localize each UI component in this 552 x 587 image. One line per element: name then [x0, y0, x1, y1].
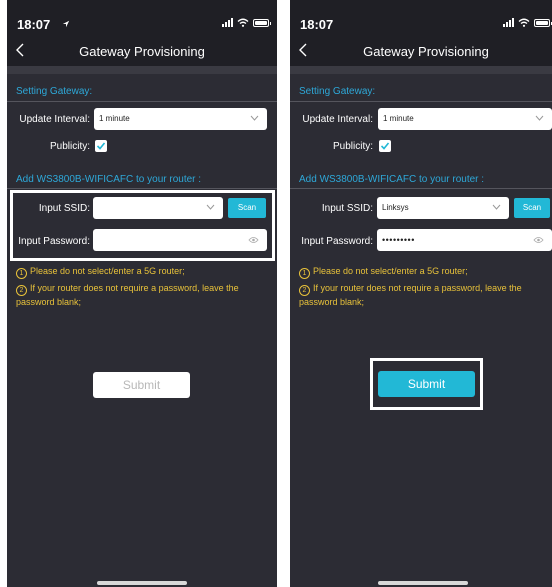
password-label: Input Password: [301, 236, 373, 247]
note-password: 2 If your router does not require a passw… [16, 282, 271, 308]
publicity-label: Publicity: [332, 141, 373, 152]
divider [290, 188, 552, 189]
publicity-label: Publicity: [49, 141, 90, 152]
password-input[interactable]: ••••••••• [377, 229, 552, 251]
section-title-add-device: Add WS3800B-WIFICAFC to your router : [299, 174, 485, 185]
ssid-value: Linksys [382, 203, 409, 212]
page-title: Gateway Provisioning [79, 44, 205, 59]
note-text: If your router does not require a passwo… [299, 283, 522, 307]
home-indicator[interactable] [97, 581, 187, 585]
checkmark-icon [96, 142, 106, 150]
eye-icon[interactable] [533, 236, 544, 244]
note-5g: 1 Please do not select/enter a 5G router; [299, 265, 549, 279]
status-icons [222, 18, 271, 27]
note-text: If your router does not require a passwo… [16, 283, 239, 307]
publicity-checkbox[interactable] [379, 140, 391, 152]
checkmark-icon [380, 142, 390, 150]
divider [7, 188, 277, 189]
nav-bar: Gateway Provisioning [290, 34, 552, 66]
header-divider [290, 66, 552, 74]
cellular-signal-icon [222, 18, 233, 27]
note-password: 2 If your router does not require a passw… [299, 282, 549, 308]
battery-icon [253, 19, 271, 27]
status-bar: 18:07 [7, 0, 277, 34]
phone-screen-right: 18:07 Gateway Provisioning Setting Gatew… [290, 0, 552, 587]
status-time: 18:07 [300, 17, 334, 32]
ssid-select[interactable]: Linksys [377, 197, 509, 219]
update-interval-label: Update Interval: [302, 114, 373, 125]
wifi-icon [237, 18, 249, 27]
submit-button[interactable]: Submit [93, 372, 190, 398]
phone-screen-left: 18:07 Gateway Provisioning Setting Gatew… [7, 0, 277, 587]
update-interval-value: 1 minute [99, 114, 130, 123]
cellular-signal-icon [503, 18, 514, 27]
chevron-down-icon [492, 204, 501, 210]
update-interval-select[interactable]: 1 minute [94, 108, 267, 130]
password-value: ••••••••• [382, 235, 415, 245]
header-divider [7, 66, 277, 74]
note-text: Please do not select/enter a 5G router; [30, 266, 185, 276]
chevron-down-icon [535, 115, 544, 121]
highlight-box [10, 190, 275, 261]
status-icons [503, 18, 552, 27]
home-indicator[interactable] [378, 581, 468, 585]
note-5g: 1 Please do not select/enter a 5G router; [16, 265, 271, 279]
chevron-down-icon [250, 115, 259, 121]
section-title-setting-gateway: Setting Gateway: [299, 86, 376, 97]
publicity-checkbox[interactable] [95, 140, 107, 152]
section-title-setting-gateway: Setting Gateway: [16, 86, 93, 97]
number-circle-icon: 1 [299, 268, 310, 279]
number-circle-icon: 1 [16, 268, 27, 279]
ssid-label: Input SSID: [321, 203, 373, 214]
update-interval-value: 1 minute [383, 114, 414, 123]
nav-bar: Gateway Provisioning [7, 34, 277, 66]
status-bar: 18:07 [290, 0, 552, 34]
update-interval-select[interactable]: 1 minute [378, 108, 552, 130]
note-text: Please do not select/enter a 5G router; [313, 266, 468, 276]
location-arrow-icon [62, 20, 70, 28]
status-time: 18:07 [17, 17, 51, 32]
number-circle-icon: 2 [299, 285, 310, 296]
number-circle-icon: 2 [16, 285, 27, 296]
wifi-icon [518, 18, 530, 27]
scan-button[interactable]: Scan [514, 198, 550, 218]
section-title-add-device: Add WS3800B-WIFICAFC to your router : [16, 174, 202, 185]
battery-icon [534, 19, 552, 27]
submit-button[interactable]: Submit [378, 371, 475, 397]
page-title: Gateway Provisioning [363, 44, 489, 59]
update-interval-label: Update Interval: [19, 114, 90, 125]
divider [290, 101, 552, 102]
divider [7, 101, 277, 102]
